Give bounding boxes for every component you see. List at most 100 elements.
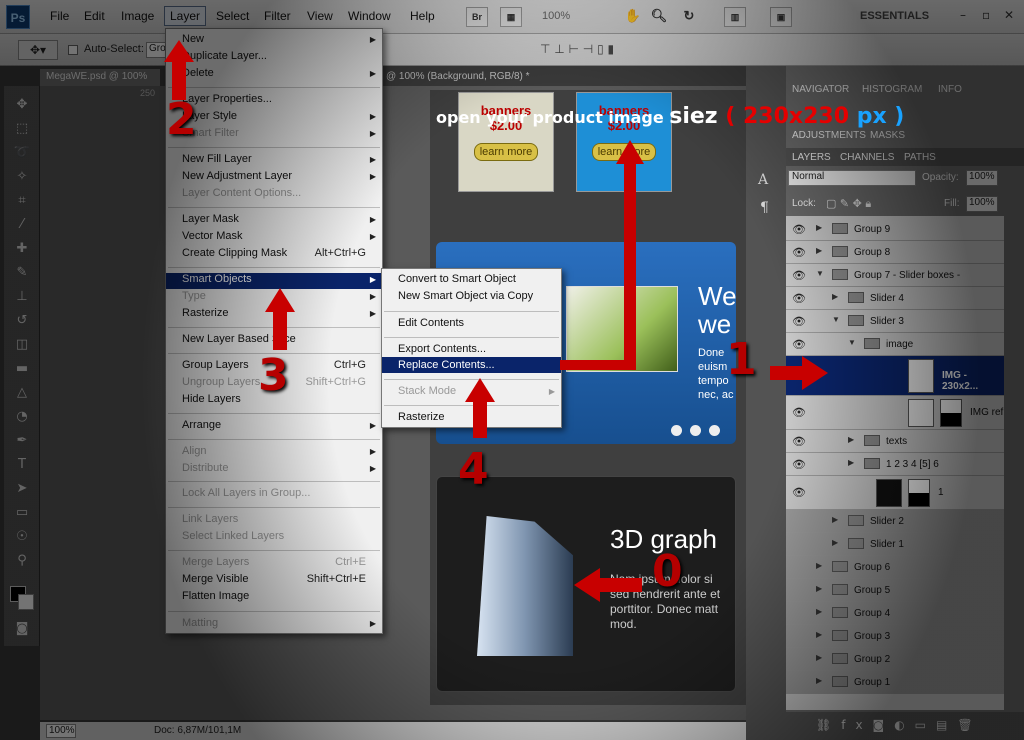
menu-help[interactable]: Help [410,9,435,23]
move-tool-icon[interactable]: ✥ [12,96,32,114]
workspace-switcher[interactable]: ESSENTIALS [860,10,929,22]
tab-adjustments[interactable]: ADJUSTMENTS [792,130,866,141]
layer-menu-item[interactable]: Flatten Image [182,590,249,602]
expand-toggle-icon[interactable]: ▼ [848,338,856,347]
layer-visibility-eye-icon[interactable]: 👁︎ [792,338,806,351]
layer-menu-item[interactable]: Duplicate Layer... [182,50,267,62]
blur-tool-icon[interactable]: △ [12,384,32,402]
layer-menu-item[interactable]: New Adjustment Layer [182,170,292,182]
layer-menu-item[interactable]: Smart Objects [182,273,252,285]
layer-visibility-eye-icon[interactable]: 👁︎ [792,406,806,419]
smart-objects-menu-item[interactable]: New Smart Object via Copy [398,290,533,302]
layer-menu-item[interactable]: Delete [182,67,214,79]
expand-toggle-icon[interactable]: ▶ [832,538,838,547]
expand-toggle-icon[interactable]: ▶ [832,515,838,524]
3d-rotate-icon[interactable]: ☉ [12,528,32,546]
smart-objects-menu-item[interactable]: Export Contents... [398,343,486,355]
tab-layers[interactable]: LAYERS [792,152,831,163]
layer-row[interactable]: 👁︎ ▶ Group 9 [786,218,1004,241]
shape-tool-icon[interactable]: ▭ [12,504,32,522]
tab-navigator[interactable]: NAVIGATOR [792,84,849,95]
restore-icon[interactable]: ▫ [982,8,990,22]
view-extras-button[interactable]: ▦ [500,7,522,27]
layer-visibility-eye-icon[interactable]: 👁︎ [792,435,806,448]
expand-toggle-icon[interactable]: ▶ [816,676,822,685]
layer-row[interactable]: 👁︎ ▶ 1 2 3 4 [5] 6 [786,453,1004,476]
auto-select-checkbox[interactable] [68,45,78,55]
layer-menu-item[interactable]: Layer Mask [182,213,239,225]
opacity-input[interactable]: 100% [966,170,998,186]
move-tool-preset-icon[interactable]: ✥▾ [18,40,58,60]
magic-wand-icon[interactable]: ✧ [12,168,32,186]
status-zoom-field[interactable]: 100% [46,724,76,738]
layer-row[interactable]: ▶ Slider 1 [786,533,1004,556]
layer-row[interactable]: 👁︎ ▶ Group 8 [786,241,1004,264]
layer-row[interactable]: 👁︎ ▼ Slider 3 [786,310,1004,333]
arrange-documents-button[interactable]: ▥ [724,7,746,27]
layer-menu-item[interactable]: Merge Visible [182,573,248,585]
expand-toggle-icon[interactable]: ▶ [816,630,822,639]
layer-row[interactable]: ▶ Group 3 [786,625,1004,648]
crop-tool-icon[interactable]: ⌗ [12,192,32,210]
tab-masks[interactable]: MASKS [870,130,905,141]
hand-tool-icon[interactable]: ✋ [622,7,644,27]
menu-file[interactable]: File [50,9,69,23]
minimize-icon[interactable]: – [960,8,966,22]
zoom-tool-side-icon[interactable]: ⚲ [12,552,32,570]
gradient-tool-icon[interactable]: ▬ [12,360,32,378]
eyedropper-icon[interactable]: ⁄ [12,216,32,234]
expand-toggle-icon[interactable]: ▶ [816,223,822,232]
layer-row[interactable]: ▶ Group 5 [786,579,1004,602]
blend-mode-select[interactable]: Normal [788,170,916,186]
close-icon[interactable]: ✕ [1004,8,1014,22]
clone-stamp-icon[interactable]: ⊥ [12,288,32,306]
layer-row[interactable]: ▶ Group 6 [786,556,1004,579]
background-color-swatch[interactable] [18,594,34,610]
layer-row[interactable]: ▶ Group 2 [786,648,1004,671]
layer-row[interactable]: ▶ Slider 2 [786,510,1004,533]
layer-visibility-eye-icon[interactable]: 👁︎ [792,315,806,328]
menu-filter[interactable]: Filter [264,9,291,23]
smart-objects-menu-item[interactable]: Convert to Smart Object [398,273,516,285]
align-icons[interactable]: ⊤ ⊥ ⊢ ⊣ ▯ ▮ [540,42,614,56]
tab-histogram[interactable]: HISTOGRAM [862,84,922,95]
menu-edit[interactable]: Edit [84,9,105,23]
expand-toggle-icon[interactable]: ▶ [832,292,838,301]
screen-mode-button[interactable]: ▣ [770,7,792,27]
layer-visibility-eye-icon[interactable]: 👁︎ [792,246,806,259]
smart-objects-menu-item[interactable]: Replace Contents... [398,359,495,371]
history-brush-icon[interactable]: ↺ [12,312,32,330]
tab-paths[interactable]: PATHS [904,152,936,163]
expand-toggle-icon[interactable]: ▶ [816,584,822,593]
layer-row[interactable]: ▶ Group 4 [786,602,1004,625]
layer-menu-item[interactable]: Group Layers [182,359,249,371]
layer-menu-item[interactable]: Hide Layers [182,393,241,405]
expand-toggle-icon[interactable]: ▼ [816,269,824,278]
type-tool-icon[interactable]: T [12,456,32,474]
pen-tool-icon[interactable]: ✒ [12,432,32,450]
character-panel-icon[interactable]: A [758,172,768,188]
brush-tool-icon[interactable]: ✎ [12,264,32,282]
expand-toggle-icon[interactable]: ▶ [848,435,854,444]
layer-row[interactable]: 👁︎ ▼ Group 7 - Slider boxes - [786,264,1004,287]
layer-visibility-eye-icon[interactable]: 👁︎ [792,223,806,236]
layer-row[interactable]: ▶ Group 1 [786,671,1004,694]
rotate-view-icon[interactable]: ↻ [678,7,700,27]
expand-toggle-icon[interactable]: ▼ [832,315,840,324]
layer-menu-item[interactable]: Vector Mask [182,230,243,242]
document-tab[interactable]: MegaWE.psd @ 100% [40,69,160,86]
layer-row[interactable]: 👁︎ ▶ Slider 4 [786,287,1004,310]
healing-brush-icon[interactable]: ✚ [12,240,32,258]
layer-row[interactable]: 👁︎ ▶ texts [786,430,1004,453]
menu-image[interactable]: Image [121,9,154,23]
lasso-tool-icon[interactable]: ➰ [12,144,32,162]
layer-row[interactable]: 👁︎ 1 [786,476,1004,510]
menu-layer[interactable]: Layer [164,6,207,26]
layer-visibility-eye-icon[interactable]: 👁︎ [792,269,806,282]
menu-select[interactable]: Select [216,9,249,23]
path-selection-icon[interactable]: ➤ [12,480,32,498]
layer-menu-item[interactable]: New Fill Layer [182,153,252,165]
bridge-button[interactable]: Br [466,7,488,27]
zoom-level-select[interactable]: 100% [542,10,570,22]
dodge-tool-icon[interactable]: ◔ [12,408,32,426]
